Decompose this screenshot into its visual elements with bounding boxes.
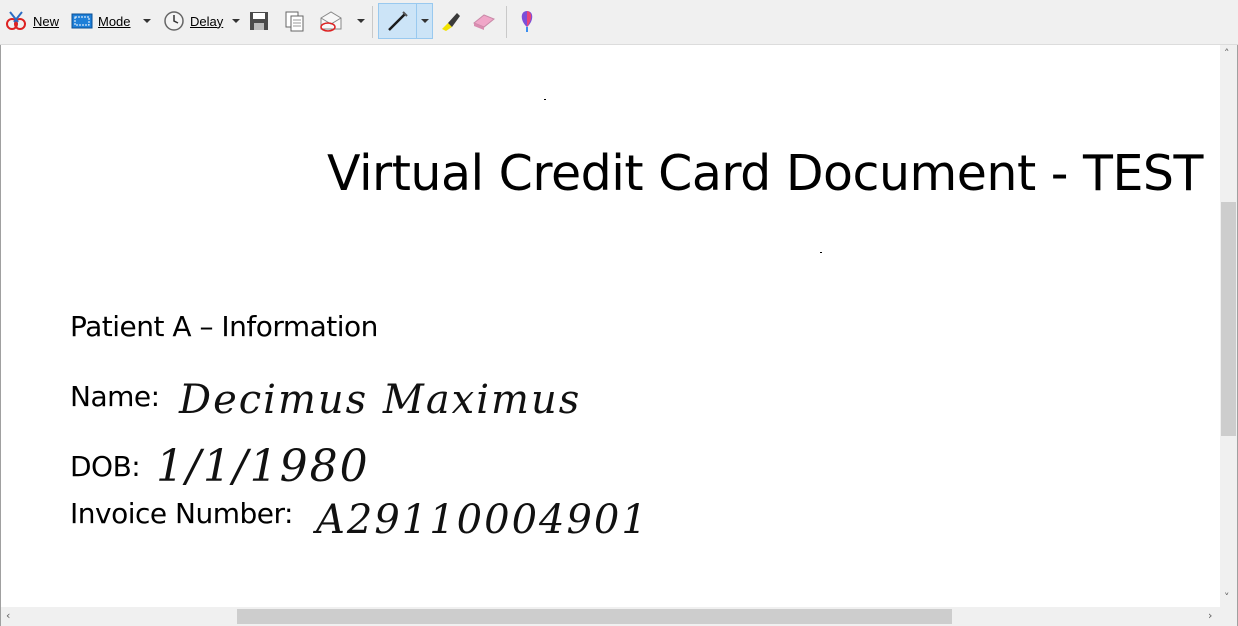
section-heading: Patient A – Information <box>70 310 378 343</box>
mode-button[interactable]: Mode <box>71 6 131 36</box>
name-value: Decimus Maximus <box>179 377 582 423</box>
pen-dropdown-arrow[interactable] <box>421 19 429 23</box>
toolbar-separator-2 <box>506 6 507 38</box>
scroll-right-arrow[interactable]: › <box>1208 609 1212 622</box>
copy-icon <box>285 11 304 32</box>
highlighter-icon <box>442 13 460 31</box>
eraser-icon <box>473 14 495 30</box>
scroll-left-arrow[interactable]: ‹ <box>6 609 10 622</box>
vertical-scrollbar[interactable]: ˄ ˅ <box>1220 45 1237 607</box>
pen-split-divider <box>416 4 417 38</box>
vertical-scroll-thumb[interactable] <box>1221 202 1236 436</box>
highlighter-button[interactable] <box>438 6 462 36</box>
delay-clock-icon <box>164 11 184 31</box>
send-email-icon <box>320 11 342 32</box>
pen-icon <box>388 11 408 31</box>
pen-tool[interactable] <box>386 6 410 36</box>
captured-document: Virtual Credit Card Document - TEST Pati… <box>1 45 1221 607</box>
new-button[interactable]: New <box>4 6 59 36</box>
snip-canvas[interactable]: Virtual Credit Card Document - TEST Pati… <box>0 45 1238 626</box>
horizontal-scrollbar[interactable]: ‹ › <box>1 607 1221 626</box>
dob-label: DOB: <box>70 450 141 483</box>
mode-label: Mode <box>98 13 131 29</box>
invoice-number-label: Invoice Number: <box>70 497 293 530</box>
paint3d-icon <box>521 11 533 32</box>
new-snip-icon <box>6 11 26 30</box>
toolbar-separator <box>372 6 373 38</box>
snipping-toolbar: New Mode Delay <box>0 0 1238 45</box>
delay-button[interactable]: Delay <box>163 6 223 36</box>
save-button[interactable] <box>249 6 269 36</box>
mode-icon <box>71 13 93 29</box>
document-title: Virtual Credit Card Document - TEST <box>327 145 1203 202</box>
copy-button[interactable] <box>284 6 306 36</box>
dob-value: 1/1/1980 <box>156 441 370 492</box>
scroll-up-arrow[interactable]: ˄ <box>1224 47 1230 60</box>
ink-speck <box>544 99 546 100</box>
send-snip-button[interactable] <box>318 6 344 36</box>
scrollbar-corner <box>1220 607 1237 626</box>
scroll-down-arrow[interactable]: ˅ <box>1224 591 1230 604</box>
delay-dropdown-arrow[interactable] <box>232 19 240 23</box>
name-label: Name: <box>70 380 160 413</box>
delay-label: Delay <box>190 13 224 29</box>
save-icon <box>250 12 268 30</box>
mode-dropdown-arrow[interactable] <box>143 19 151 23</box>
ink-speck <box>820 252 822 253</box>
edit-paint3d-button[interactable] <box>516 6 538 36</box>
send-dropdown-arrow[interactable] <box>357 19 365 23</box>
eraser-button[interactable] <box>472 6 496 36</box>
new-label: New <box>33 13 60 29</box>
invoice-number-value: A29110004901 <box>316 497 649 543</box>
horizontal-scroll-thumb[interactable] <box>237 609 952 624</box>
